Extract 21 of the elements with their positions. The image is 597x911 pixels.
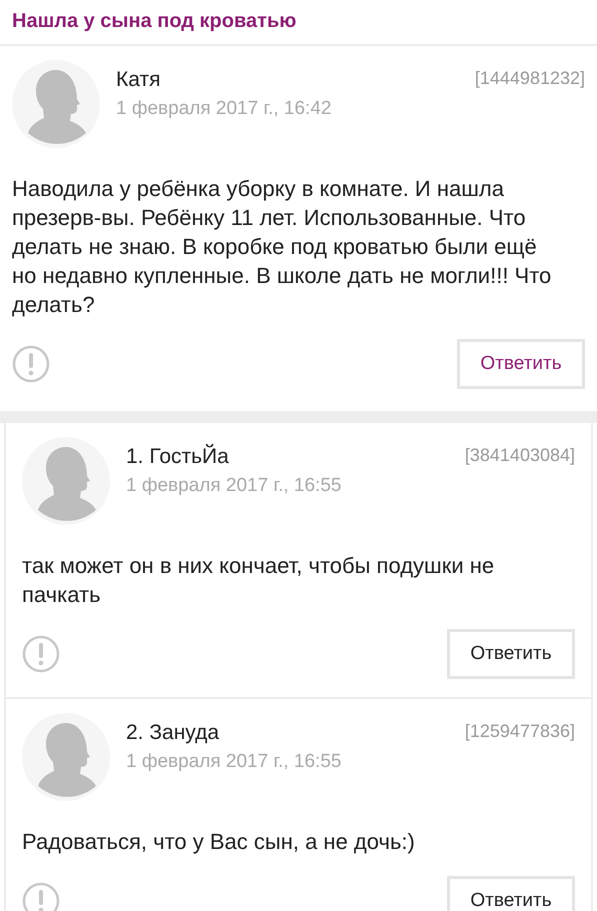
post-date: 1 февраля 2017 г., 16:42: [116, 98, 332, 120]
warning-icon[interactable]: [22, 635, 60, 673]
reply-button[interactable]: Ответить: [447, 629, 575, 679]
reply-button[interactable]: Ответить: [457, 339, 585, 389]
warning-icon[interactable]: [12, 345, 50, 383]
reply-button[interactable]: Ответить: [447, 876, 575, 911]
avatar-silhouette-icon: [22, 713, 110, 801]
post-id: [1259477836]: [464, 720, 575, 742]
author-name: Катя: [116, 68, 162, 92]
post-id: [1444981232]: [474, 67, 585, 89]
post-text: Радоваться, что у Вас сын, а не дочь:): [22, 828, 416, 856]
post-date: 1 февраля 2017 г., 16:55: [126, 475, 342, 497]
avatar-silhouette-icon: [12, 60, 100, 148]
post-text: так может он в них кончает, чтобы подушки не пачкать: [22, 552, 496, 609]
post-text: Наводила у ребёнка уборку в комнате. И нашла презерв-вы. Ребёнку 11 лет. Использованные. Что делать не знаю. В коробке под кроватью были ещё но недавно купленные. В школе дать не могли!!! Что делать?: [12, 175, 552, 319]
warning-icon[interactable]: [22, 882, 60, 911]
post-date: 1 февраля 2017 г., 16:55: [126, 751, 342, 773]
author-name: 2. Зануда: [126, 721, 220, 745]
avatar-silhouette-icon: [22, 437, 110, 525]
post-id: [3841403084]: [464, 444, 575, 466]
author-name: 1. ГостьЙа: [126, 445, 230, 469]
